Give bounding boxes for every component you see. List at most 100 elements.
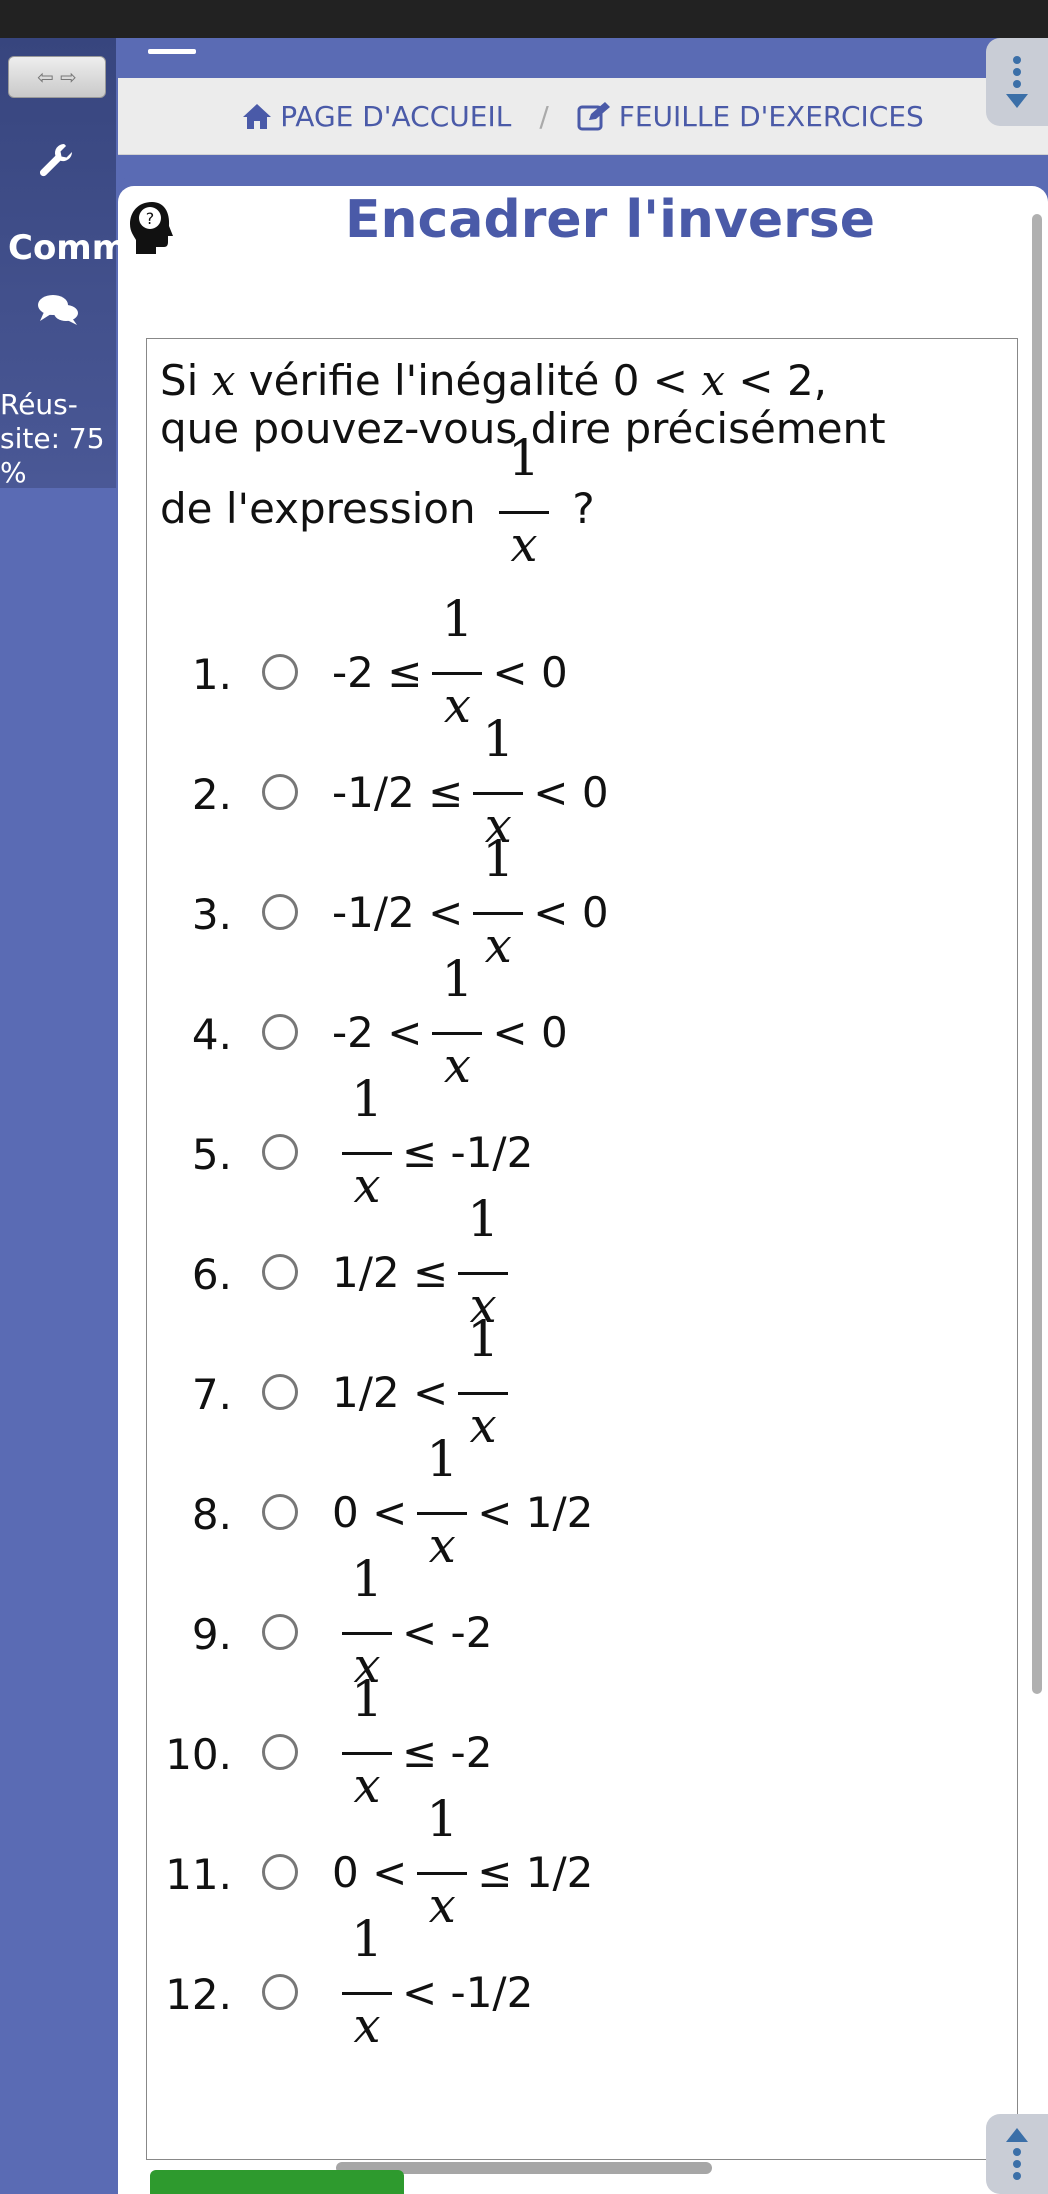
breadcrumb-home[interactable]: PAGE D'ACCUEIL bbox=[242, 100, 511, 133]
fraction: 1x bbox=[342, 1670, 392, 1814]
question-text: < 2, bbox=[725, 356, 828, 405]
question-text: vérifie l'inégalité 0 < bbox=[235, 356, 702, 405]
question-text: Si bbox=[160, 356, 212, 405]
breadcrumb-exercises[interactable]: FEUILLE D'EXERCICES bbox=[577, 100, 924, 133]
question-line-3: de l'expression 1 x ? bbox=[160, 429, 595, 573]
breadcrumb-separator: / bbox=[539, 99, 549, 133]
answer-option[interactable]: 12. 1 x < -1/2 bbox=[0, 1910, 1048, 2054]
option-number: 12. bbox=[165, 1970, 232, 2019]
option-number: 3. bbox=[191, 890, 232, 939]
svg-text:?: ? bbox=[146, 209, 155, 228]
option-number: 6. bbox=[191, 1250, 232, 1299]
option-number: 2. bbox=[191, 770, 232, 819]
answer-option[interactable]: 2. -1/2 ≤1 x < 0 bbox=[0, 710, 1048, 854]
fraction: 1x bbox=[458, 1310, 509, 1454]
option-radio[interactable] bbox=[262, 1854, 298, 1890]
option-expression: 1 x ≤ -2 bbox=[332, 1670, 493, 1814]
breadcrumb-exercises-label: FEUILLE D'EXERCICES bbox=[618, 99, 924, 133]
question-line-1: Si x vérifie l'inégalité 0 < x < 2, bbox=[160, 356, 827, 405]
fraction: 1x bbox=[432, 590, 483, 734]
option-pre: -1/2 ≤ bbox=[332, 768, 464, 817]
option-number: 10. bbox=[165, 1730, 232, 1779]
answer-option[interactable]: 11. 0 <1 x ≤ 1/2 bbox=[0, 1790, 1048, 1934]
option-radio[interactable] bbox=[262, 1614, 298, 1650]
answer-option[interactable]: 9. 1 x < -2 bbox=[0, 1550, 1048, 1694]
option-number: 1. bbox=[191, 650, 232, 699]
home-icon bbox=[243, 104, 272, 129]
option-radio[interactable] bbox=[262, 1494, 298, 1530]
answer-option[interactable]: 1. -2 ≤1 x < 0 bbox=[0, 590, 1048, 734]
option-number: 7. bbox=[191, 1370, 232, 1419]
option-post: < 0 bbox=[492, 648, 568, 697]
question-text: de l'expression bbox=[160, 484, 476, 533]
scroll-down-button[interactable] bbox=[986, 38, 1048, 126]
option-pre: 0 < bbox=[332, 1848, 408, 1897]
option-radio[interactable] bbox=[262, 1374, 298, 1410]
option-expression: 1/2 ≤1 x bbox=[332, 1190, 518, 1334]
option-number: 5. bbox=[191, 1130, 232, 1179]
sidebar-comm-label[interactable]: Comm bbox=[8, 228, 127, 268]
option-radio[interactable] bbox=[262, 894, 298, 930]
status-bar bbox=[0, 0, 1048, 38]
menu-toggle-icon[interactable] bbox=[148, 49, 196, 54]
exercise-title: Encadrer l'inverse bbox=[345, 190, 875, 250]
option-radio[interactable] bbox=[262, 1734, 298, 1770]
option-post: ≤ -1/2 bbox=[402, 1128, 534, 1177]
answer-option[interactable]: 5. 1 x ≤ -1/2 bbox=[0, 1070, 1048, 1214]
fraction: 1x bbox=[342, 1550, 392, 1694]
option-post: < -2 bbox=[402, 1608, 493, 1657]
option-expression: 0 <1 x ≤ 1/2 bbox=[332, 1790, 593, 1934]
answer-option[interactable]: 4. -2 <1 x < 0 bbox=[0, 950, 1048, 1094]
fraction: 1x bbox=[417, 1790, 468, 1934]
breadcrumb: PAGE D'ACCUEIL / FEUILLE D'EXERCICES bbox=[118, 78, 1048, 155]
option-radio[interactable] bbox=[262, 1254, 298, 1290]
option-expression: 1 x ≤ -1/2 bbox=[332, 1070, 534, 1214]
scroll-up-icon bbox=[1006, 2128, 1028, 2180]
edit-icon bbox=[577, 102, 610, 131]
back-forward-label: ⇦ ⇨ bbox=[37, 65, 77, 89]
fraction: 1 x bbox=[498, 429, 549, 573]
option-pre: -2 ≤ bbox=[332, 648, 423, 697]
option-radio[interactable] bbox=[262, 774, 298, 810]
wrench-icon[interactable] bbox=[36, 140, 76, 180]
answer-option[interactable]: 3. -1/2 <1 x < 0 bbox=[0, 830, 1048, 974]
option-expression: 1 x < -2 bbox=[332, 1550, 493, 1694]
answer-option[interactable]: 6. 1/2 ≤1 x bbox=[0, 1190, 1048, 1334]
fraction: 1x bbox=[342, 1910, 392, 2054]
header-band bbox=[116, 38, 1048, 78]
back-forward-button[interactable]: ⇦ ⇨ bbox=[8, 56, 106, 98]
option-expression: 1 x < -1/2 bbox=[332, 1910, 534, 2054]
option-expression: 0 <1 x < 1/2 bbox=[332, 1430, 594, 1574]
option-post: < 0 bbox=[533, 768, 609, 817]
question-variable: x bbox=[211, 356, 236, 405]
option-radio[interactable] bbox=[262, 1974, 298, 2010]
option-radio[interactable] bbox=[262, 1134, 298, 1170]
success-rate: Réus- site: 75 % bbox=[0, 388, 105, 489]
help-head-icon[interactable]: ? bbox=[126, 200, 178, 256]
option-pre: -1/2 < bbox=[332, 888, 464, 937]
answer-option[interactable]: 10. 1 x ≤ -2 bbox=[0, 1670, 1048, 1814]
option-pre: 0 < bbox=[332, 1488, 408, 1537]
option-pre: -2 < bbox=[332, 1008, 423, 1057]
option-post: < -1/2 bbox=[402, 1968, 534, 2017]
vertical-scrollbar[interactable] bbox=[1032, 214, 1042, 1694]
option-number: 9. bbox=[191, 1610, 232, 1659]
option-number: 8. bbox=[191, 1490, 232, 1539]
fraction: 1x bbox=[417, 1430, 468, 1574]
option-number: 11. bbox=[165, 1850, 232, 1899]
breadcrumb-home-label: PAGE D'ACCUEIL bbox=[280, 99, 512, 133]
fraction: 1x bbox=[473, 710, 524, 854]
answer-option[interactable]: 7. 1/2 <1 x bbox=[0, 1310, 1048, 1454]
submit-button[interactable] bbox=[150, 2170, 404, 2194]
question-text: ? bbox=[572, 484, 595, 533]
option-post: < 1/2 bbox=[477, 1488, 594, 1537]
option-expression: 1/2 <1 x bbox=[332, 1310, 518, 1454]
option-radio[interactable] bbox=[262, 1014, 298, 1050]
chat-icon[interactable] bbox=[36, 292, 80, 328]
option-post: ≤ -2 bbox=[402, 1728, 493, 1777]
answer-option[interactable]: 8. 0 <1 x < 1/2 bbox=[0, 1430, 1048, 1574]
option-radio[interactable] bbox=[262, 654, 298, 690]
scroll-down-icon bbox=[1006, 56, 1028, 108]
scroll-up-button[interactable] bbox=[986, 2114, 1048, 2194]
option-post: < 0 bbox=[492, 1008, 568, 1057]
